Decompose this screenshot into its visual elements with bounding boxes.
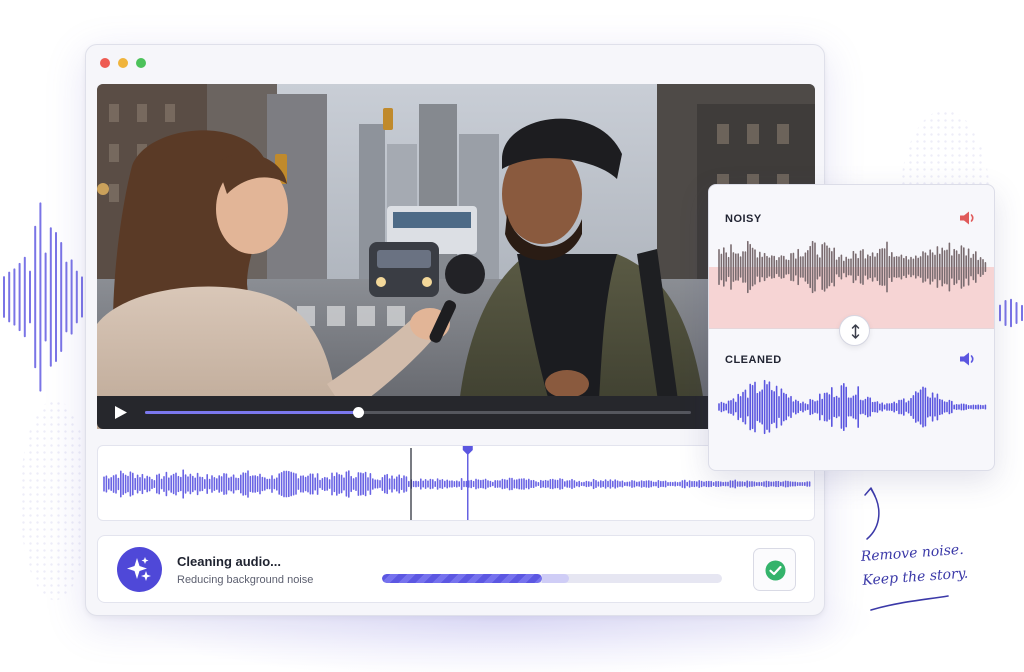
cleaning-status-card: Cleaning audio... Reducing background no… (97, 535, 815, 603)
status-title: Cleaning audio... (177, 554, 282, 569)
swap-compare-button[interactable] (839, 315, 870, 346)
swap-vertical-icon (851, 324, 860, 339)
decorative-waveform-right (999, 298, 1023, 328)
maximize-button[interactable] (136, 58, 146, 68)
check-circle-icon (765, 560, 786, 581)
curved-arrow-icon (864, 487, 880, 540)
close-button[interactable] (100, 58, 110, 68)
tagline-underline (870, 595, 949, 611)
minimize-button[interactable] (118, 58, 128, 68)
status-subtitle: Reducing background noise (177, 574, 314, 586)
done-button[interactable] (753, 548, 796, 591)
background-dots (20, 400, 90, 600)
noisy-label: NOISY (725, 213, 762, 225)
speaker-icon[interactable] (959, 210, 977, 226)
play-icon[interactable] (114, 405, 128, 420)
cleaned-waveform (718, 379, 987, 435)
tagline: Remove noise. Keep the story. (860, 538, 969, 593)
decorative-waveform-left (3, 202, 83, 392)
noisy-waveform (718, 240, 987, 294)
cleaning-progress-fill (382, 574, 542, 583)
video-seek-bar[interactable] (145, 407, 691, 418)
video-seek-progress (145, 411, 358, 414)
cleaning-progress-bar (382, 574, 722, 583)
cleaned-label: CLEANED (725, 354, 782, 366)
speaker-icon[interactable] (959, 351, 977, 367)
video-seek-thumb[interactable] (352, 407, 364, 418)
audio-compare-panel: NOISY CLEANED (708, 184, 995, 471)
sparkle-icon (117, 547, 162, 592)
cleaning-progress-buffer (541, 574, 569, 583)
window-controls (100, 58, 146, 68)
